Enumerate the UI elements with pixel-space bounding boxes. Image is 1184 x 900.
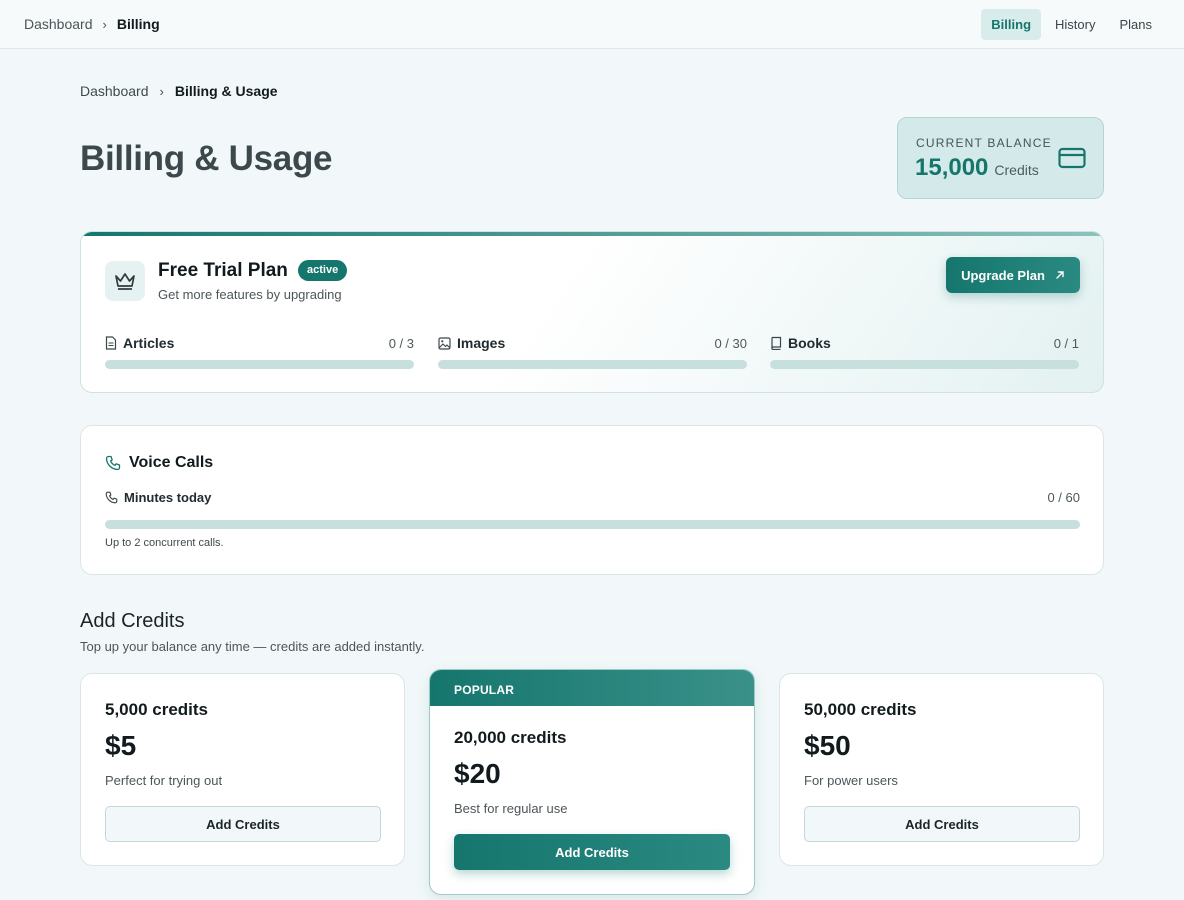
minutes-today-value: 0 / 60 bbox=[1047, 489, 1080, 505]
pack-credits: 5,000 credits bbox=[105, 700, 209, 719]
breadcrumb: Dashboard › Billing & Usage bbox=[80, 83, 278, 99]
quota-label: Articles bbox=[123, 335, 175, 351]
status-badge: active bbox=[298, 260, 348, 281]
balance-label: CURRENT BALANCE bbox=[916, 136, 1052, 150]
plan-subtitle: Get more features by upgrading bbox=[158, 287, 342, 302]
quota-label: Images bbox=[457, 335, 506, 351]
arrow-up-right-icon bbox=[1056, 271, 1064, 279]
pack-credits: 20,000 credits bbox=[454, 728, 567, 747]
pack-credits: 50,000 credits bbox=[804, 700, 917, 719]
book-icon bbox=[771, 336, 782, 350]
page-title: Billing & Usage bbox=[80, 139, 333, 178]
quota-value: 0 / 1 bbox=[1053, 335, 1079, 351]
nav-billing[interactable]: Billing bbox=[981, 9, 1042, 40]
breadcrumb-current: Billing & Usage bbox=[174, 83, 278, 99]
balance-amount-row: 15,000 Credits bbox=[915, 154, 1039, 182]
document-icon bbox=[105, 336, 117, 350]
upgrade-plan-button[interactable]: Upgrade Plan bbox=[946, 257, 1080, 293]
voice-calls-note: Up to 2 concurrent calls. bbox=[105, 537, 224, 549]
add-credits-subtitle: Top up your balance any time — credits a… bbox=[80, 639, 425, 654]
voice-calls-title: Voice Calls bbox=[129, 454, 214, 471]
popular-badge: POPULAR bbox=[430, 670, 754, 706]
quota-books: Books 0 / 1 bbox=[770, 333, 1079, 369]
add-credits-title: Add Credits bbox=[80, 610, 185, 632]
image-icon bbox=[438, 336, 451, 350]
quota-images: Images 0 / 30 bbox=[438, 333, 747, 369]
top-breadcrumb: Dashboard › Billing bbox=[24, 16, 160, 32]
quota-label: Books bbox=[788, 335, 831, 351]
pack-description: For power users bbox=[804, 773, 898, 788]
pack-price: $50 bbox=[804, 730, 851, 761]
balance-amount: 15,000 bbox=[915, 154, 989, 181]
pack-price: $5 bbox=[105, 730, 137, 761]
top-breadcrumb-current: Billing bbox=[116, 16, 160, 32]
chevron-right-icon: › bbox=[102, 16, 107, 32]
chevron-right-icon: › bbox=[159, 83, 164, 99]
credit-card-icon bbox=[1058, 147, 1086, 169]
quota-value: 0 / 3 bbox=[388, 335, 414, 351]
credit-pack-20000: POPULAR 20,000 credits $20 Best for regu… bbox=[429, 669, 755, 895]
quota-progress-bar bbox=[438, 360, 747, 369]
quota-articles: Articles 0 / 3 bbox=[105, 333, 414, 369]
pack-description: Perfect for trying out bbox=[105, 773, 223, 788]
quota-value: 0 / 30 bbox=[714, 335, 747, 351]
plan-card-accent-line bbox=[81, 232, 1103, 236]
quota-progress-bar bbox=[105, 360, 414, 369]
current-balance-card: CURRENT BALANCE 15,000 Credits bbox=[897, 117, 1104, 199]
pack-description: Best for regular use bbox=[454, 801, 568, 816]
minutes-progress-bar bbox=[105, 520, 1080, 529]
breadcrumb-parent[interactable]: Dashboard bbox=[80, 83, 149, 99]
add-credits-button[interactable]: Add Credits bbox=[804, 806, 1080, 842]
quota-progress-bar bbox=[770, 360, 1079, 369]
add-credits-button[interactable]: Add Credits bbox=[454, 834, 730, 870]
upgrade-plan-label: Upgrade Plan bbox=[961, 267, 1045, 283]
pack-price: $20 bbox=[454, 758, 501, 789]
plan-card: Free Trial Plan active Get more features… bbox=[80, 231, 1104, 393]
credit-pack-50000: 50,000 credits $50 For power users Add C… bbox=[779, 673, 1104, 866]
plan-name: Free Trial Plan bbox=[158, 260, 288, 281]
nav-history[interactable]: History bbox=[1045, 9, 1105, 40]
balance-unit: Credits bbox=[994, 162, 1039, 178]
phone-icon bbox=[105, 491, 118, 503]
top-nav: Billing History Plans bbox=[981, 9, 1162, 40]
top-breadcrumb-parent[interactable]: Dashboard bbox=[24, 16, 93, 32]
voice-calls-card: Voice Calls Minutes today 0 / 60 Up to 2… bbox=[80, 425, 1104, 575]
credit-pack-5000: 5,000 credits $5 Perfect for trying out … bbox=[80, 673, 405, 866]
nav-plans[interactable]: Plans bbox=[1109, 9, 1162, 40]
phone-icon bbox=[105, 455, 121, 471]
crown-icon bbox=[105, 261, 145, 301]
minutes-today-label: Minutes today bbox=[124, 489, 212, 505]
add-credits-button[interactable]: Add Credits bbox=[105, 806, 381, 842]
top-bar: Dashboard › Billing Billing History Plan… bbox=[0, 0, 1184, 49]
